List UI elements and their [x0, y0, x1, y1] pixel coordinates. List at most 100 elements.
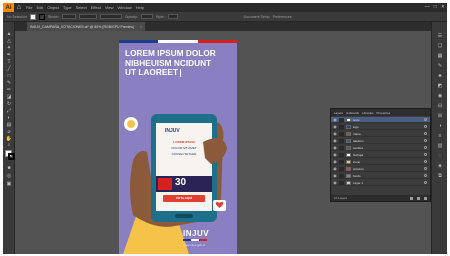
- menu-effect[interactable]: Effect: [91, 5, 101, 10]
- transform-panel-icon[interactable]: ⊞: [436, 114, 444, 119]
- menu-select[interactable]: Select: [76, 5, 87, 10]
- rotate-tool-icon[interactable]: ↻: [5, 102, 13, 107]
- target-icon[interactable]: [424, 181, 427, 184]
- eye-icon[interactable]: ◉: [332, 124, 338, 129]
- eye-icon[interactable]: ◉: [332, 173, 338, 178]
- eye-icon[interactable]: ◉: [332, 117, 338, 122]
- target-icon[interactable]: [424, 146, 427, 149]
- variable-width-select[interactable]: [78, 14, 97, 19]
- tab-artboards[interactable]: Artboards: [346, 111, 359, 115]
- eye-icon[interactable]: ◉: [332, 159, 338, 164]
- stroke-color-icon[interactable]: [8, 153, 15, 160]
- brushes-panel-icon[interactable]: ✎: [436, 64, 444, 69]
- zoom-tool-icon[interactable]: ⌕: [5, 143, 13, 148]
- eye-icon[interactable]: ◉: [332, 145, 338, 150]
- direct-selection-tool-icon[interactable]: △: [5, 39, 13, 44]
- target-icon[interactable]: [424, 174, 427, 177]
- gradient-panel-icon[interactable]: ▥: [436, 144, 444, 149]
- lock-toggle[interactable]: [339, 159, 344, 164]
- lock-toggle[interactable]: [339, 138, 344, 143]
- brush-select[interactable]: [99, 14, 122, 19]
- line-tool-icon[interactable]: ╱: [5, 67, 13, 72]
- maximize-button[interactable]: □: [434, 4, 437, 10]
- lock-toggle[interactable]: [339, 152, 344, 157]
- screen-mode-icon[interactable]: ▣: [5, 182, 13, 187]
- eye-icon[interactable]: ◉: [332, 152, 338, 157]
- lock-toggle[interactable]: [339, 180, 344, 185]
- magic-wand-tool-icon[interactable]: ✦: [5, 46, 13, 51]
- lock-toggle[interactable]: [339, 117, 344, 122]
- document-tab[interactable]: INJUV_CAMPAÑA_VOTACIONES.ai* @ 50% (RGB/…: [27, 22, 145, 31]
- target-icon[interactable]: [424, 132, 427, 135]
- menu-window[interactable]: Window: [117, 5, 131, 10]
- libraries-panel-icon[interactable]: ❑: [436, 44, 444, 49]
- new-sublayer-icon[interactable]: [417, 196, 420, 200]
- properties-panel-icon[interactable]: ☰: [436, 34, 444, 39]
- layer-row[interactable]: ◉ corazon: [331, 166, 430, 172]
- stroke-weight-field[interactable]: [61, 14, 76, 19]
- draw-mode-icon[interactable]: ◎: [5, 174, 13, 179]
- layer-row[interactable]: ◉ burbuja: [331, 152, 430, 158]
- eye-icon[interactable]: ◉: [332, 166, 338, 171]
- target-icon[interactable]: [424, 125, 427, 128]
- new-layer-icon[interactable]: [410, 196, 413, 200]
- layer-row[interactable]: ◉ fondo: [331, 173, 430, 179]
- layers-panel-icon[interactable]: ◈: [436, 164, 444, 169]
- lock-toggle[interactable]: [339, 124, 344, 129]
- artboard-poster[interactable]: LOREM IPSUM DOLOR NIBHEUISM NCIDUNT UT L…: [119, 40, 237, 254]
- target-icon[interactable]: [424, 160, 427, 163]
- pathfinder-panel-icon[interactable]: ◑: [436, 124, 444, 129]
- color-mode-icon[interactable]: ■: [5, 166, 13, 171]
- shape-builder-tool-icon[interactable]: ◐: [5, 116, 13, 121]
- layer-row[interactable]: ◉ sombra: [331, 145, 430, 151]
- tab-properties[interactable]: Properties: [377, 111, 391, 115]
- eye-icon[interactable]: ◉: [332, 180, 338, 185]
- close-tab-icon[interactable]: ×: [140, 25, 142, 29]
- layer-row[interactable]: ◉ telefono: [331, 138, 430, 144]
- selection-tool-icon[interactable]: ▲: [5, 32, 13, 37]
- scale-tool-icon[interactable]: ⤢: [5, 109, 13, 114]
- menu-view[interactable]: View: [105, 5, 114, 10]
- lock-toggle[interactable]: [339, 145, 344, 150]
- swatches-panel-icon[interactable]: ▦: [436, 54, 444, 59]
- pencil-tool-icon[interactable]: ✏: [5, 88, 13, 93]
- rectangle-tool-icon[interactable]: □: [5, 74, 13, 79]
- layer-row[interactable]: ◉ icono: [331, 159, 430, 165]
- target-icon[interactable]: [424, 118, 427, 121]
- target-icon[interactable]: [424, 153, 427, 156]
- lock-toggle[interactable]: [339, 166, 344, 171]
- stroke-panel-icon[interactable]: ≡: [436, 134, 444, 139]
- target-icon[interactable]: [424, 167, 427, 170]
- minimize-button[interactable]: —: [425, 4, 430, 10]
- style-select[interactable]: [167, 14, 178, 19]
- artboards-panel-icon[interactable]: ⧉: [436, 174, 444, 179]
- layer-row[interactable]: ◉ Layer 1: [331, 180, 430, 186]
- eraser-tool-icon[interactable]: ◪: [5, 95, 13, 100]
- menu-file[interactable]: File: [26, 5, 32, 10]
- fill-swatch[interactable]: [29, 13, 36, 20]
- document-setup-button[interactable]: Document Setup: [244, 15, 270, 19]
- layer-row[interactable]: ◉ texto: [331, 117, 430, 123]
- symbols-panel-icon[interactable]: ♣: [436, 74, 444, 79]
- menu-help[interactable]: Help: [136, 5, 144, 10]
- layer-row[interactable]: ◉ mano: [331, 131, 430, 137]
- graphic-styles-panel-icon[interactable]: ◩: [436, 84, 444, 89]
- menu-edit[interactable]: Edit: [36, 5, 43, 10]
- align-panel-icon[interactable]: ⊟: [436, 104, 444, 109]
- menu-object[interactable]: Object: [47, 5, 59, 10]
- paintbrush-tool-icon[interactable]: ✎: [5, 81, 13, 86]
- transparency-panel-icon[interactable]: ◌: [436, 154, 444, 159]
- stroke-swatch[interactable]: [38, 13, 45, 20]
- pen-tool-icon[interactable]: ✒: [5, 53, 13, 58]
- eyedropper-tool-icon[interactable]: ⌀: [5, 130, 13, 135]
- eye-icon[interactable]: ◉: [332, 138, 338, 143]
- close-button[interactable]: ✕: [441, 4, 445, 10]
- lock-toggle[interactable]: [339, 173, 344, 178]
- lock-toggle[interactable]: [339, 131, 344, 136]
- type-tool-icon[interactable]: T: [5, 60, 13, 65]
- target-icon[interactable]: [424, 139, 427, 142]
- eye-icon[interactable]: ◉: [332, 131, 338, 136]
- opacity-field[interactable]: [140, 14, 153, 19]
- appearance-panel-icon[interactable]: ◉: [436, 94, 444, 99]
- home-icon[interactable]: ⌂: [14, 4, 24, 11]
